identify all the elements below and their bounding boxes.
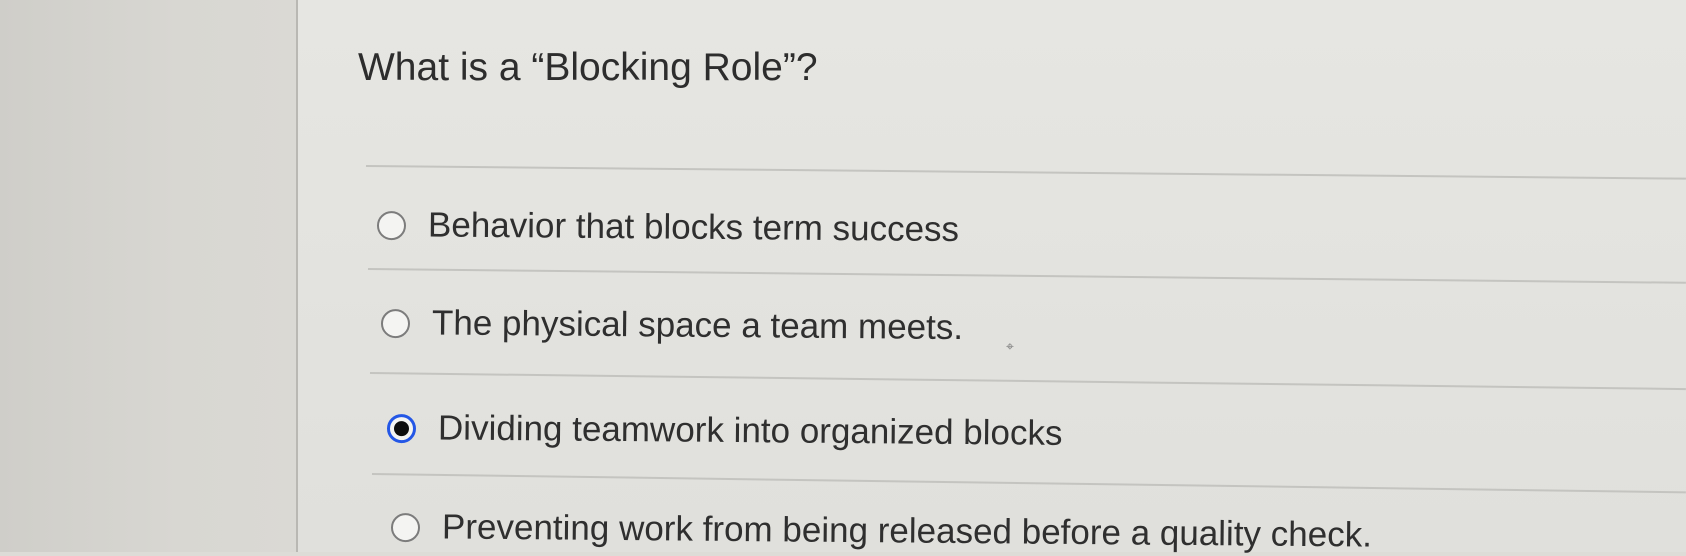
answer-option-2[interactable]: The physical space a team meets.: [380, 303, 964, 348]
answer-option-label: Dividing teamwork into organized blocks: [437, 408, 1063, 453]
answer-option-4[interactable]: Preventing work from being released befo…: [390, 507, 1373, 556]
radio-button-icon[interactable]: [376, 210, 407, 240]
answer-option-label: Behavior that blocks term success: [427, 205, 960, 250]
cursor-icon: ⌖: [1006, 338, 1014, 354]
radio-button-icon[interactable]: [390, 512, 421, 542]
answer-option-1[interactable]: Behavior that blocks term success: [376, 205, 960, 250]
question-title: What is a “Blocking Role”?: [358, 46, 818, 89]
left-margin: [0, 0, 298, 552]
answer-option-3[interactable]: Dividing teamwork into organized blocks: [386, 408, 1063, 454]
radio-button-icon[interactable]: [380, 308, 411, 338]
answer-option-label: Preventing work from being released befo…: [441, 507, 1373, 555]
answer-option-label: The physical space a team meets.: [431, 303, 964, 348]
radio-button-selected-icon[interactable]: [386, 413, 417, 443]
